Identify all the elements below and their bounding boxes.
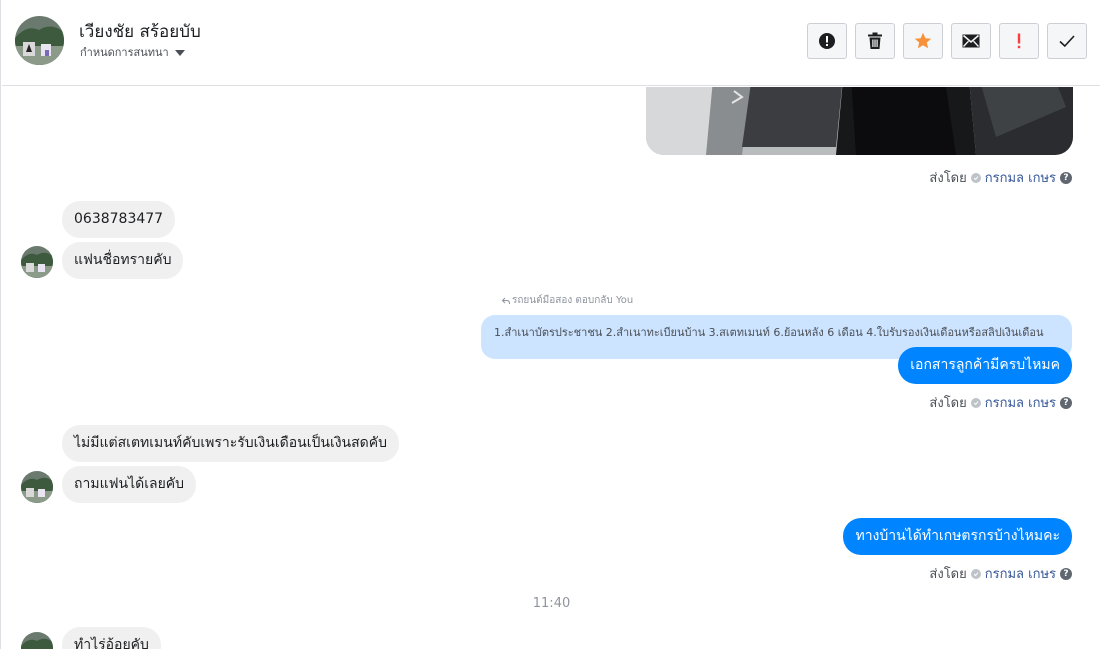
- mark-unread-button[interactable]: [951, 23, 991, 59]
- page-badge-icon: [970, 172, 981, 183]
- sent-by-line: ส่งโดย กรกมล เกษร ?: [929, 563, 1072, 584]
- incoming-message[interactable]: แฟนชื่อทรายคับ: [62, 242, 184, 279]
- mark-done-button[interactable]: [1047, 23, 1087, 59]
- contact-avatar-small[interactable]: [21, 632, 53, 649]
- contact-avatar-small[interactable]: [21, 471, 53, 503]
- caret-down-icon: [174, 49, 185, 56]
- outgoing-message[interactable]: เอกสารลูกค้ามีครบไหมค: [898, 347, 1072, 384]
- sent-by-line: ส่งโดย กรกมล เกษร ?: [929, 167, 1072, 188]
- sent-by-label: ส่งโดย: [929, 171, 967, 186]
- mark-spam-button[interactable]: [807, 23, 847, 59]
- alert-circle-icon: [819, 33, 835, 49]
- contact-avatar-small[interactable]: [21, 246, 53, 278]
- sender-name[interactable]: กรกมล เกษร: [985, 167, 1056, 188]
- incoming-message[interactable]: ถามแฟนได้เลยคับ: [62, 466, 197, 503]
- delete-button[interactable]: [855, 23, 895, 59]
- envelope-icon: [962, 34, 980, 48]
- conversation-settings-label: กำหนดการสนทนา: [80, 46, 169, 59]
- sent-photo-attachment[interactable]: [646, 87, 1073, 155]
- sent-by-label: ส่งโดย: [929, 567, 967, 582]
- exclamation-icon: [1017, 33, 1021, 49]
- sent-by-label: ส่งโดย: [929, 396, 967, 411]
- star-icon: [914, 32, 932, 49]
- reply-context-text: รถยนต์มือสอง ตอบกลับ You: [512, 295, 634, 306]
- help-icon[interactable]: ?: [1060, 396, 1072, 409]
- star-button[interactable]: [903, 23, 943, 59]
- contact-name[interactable]: เวียงชัย สร้อยบับ: [79, 18, 201, 45]
- reply-context-label: รถยนต์มือสอง ตอบกลับ You: [502, 293, 633, 308]
- contact-avatar[interactable]: [15, 16, 64, 65]
- reply-arrow-icon: [502, 297, 510, 304]
- trash-icon: [868, 32, 882, 49]
- page-badge-icon: [970, 568, 981, 579]
- priority-button[interactable]: [999, 23, 1039, 59]
- page-badge-icon: [970, 397, 981, 408]
- conversation-settings-dropdown[interactable]: กำหนดการสนทนา: [80, 43, 185, 61]
- messenger-window: เวียงชัย สร้อยบับ กำหนดการสนทนา ส่งโดย ก…: [0, 0, 1100, 649]
- sender-name[interactable]: กรกมล เกษร: [985, 392, 1056, 413]
- sender-name[interactable]: กรกมล เกษร: [985, 563, 1056, 584]
- help-icon[interactable]: ?: [1060, 171, 1072, 184]
- checkmark-icon: [1059, 35, 1075, 47]
- incoming-message[interactable]: ทำไร่อ้อยคับ: [62, 627, 161, 649]
- outgoing-message[interactable]: ทางบ้านได้ทำเกษตรกรบ้างไหมคะ: [843, 518, 1072, 555]
- incoming-message[interactable]: ไม่มีแต่สเตทเมนท์คับเพราะรับเงินเดือนเป็…: [62, 425, 400, 462]
- conversation-header: เวียงชัย สร้อยบับ กำหนดการสนทนา: [2, 0, 1100, 86]
- timestamp-divider: 11:40: [532, 596, 571, 611]
- incoming-message[interactable]: 0638783477: [62, 201, 176, 238]
- help-icon[interactable]: ?: [1060, 567, 1072, 580]
- sent-by-line: ส่งโดย กรกมล เกษร ?: [929, 392, 1072, 413]
- message-thread[interactable]: ส่งโดย กรกมล เกษร ? 0638783477 แฟนชื่อทร…: [2, 87, 1100, 649]
